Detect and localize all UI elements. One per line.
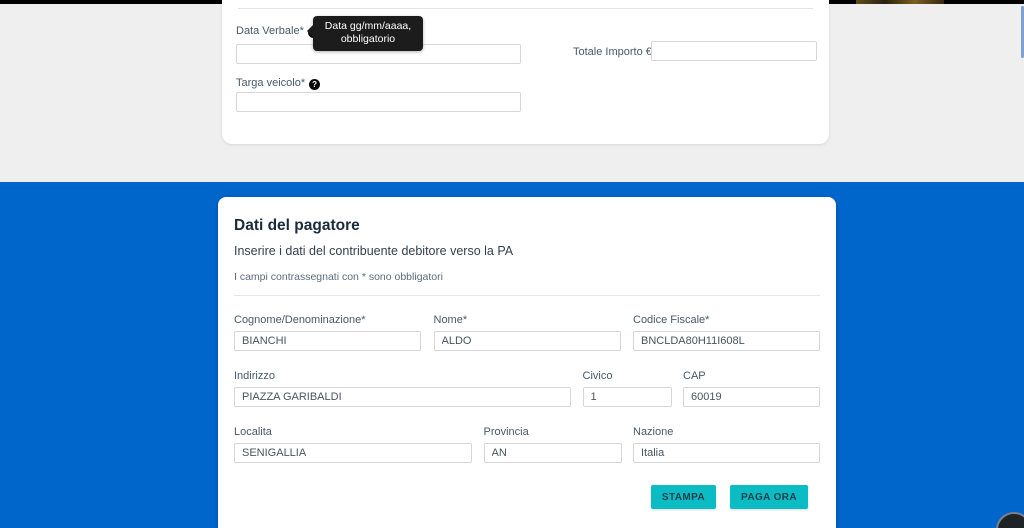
stampa-button[interactable]: STAMPA	[651, 485, 716, 509]
form-row-1: Cognome/Denominazione* Nome* Codice Fisc…	[234, 314, 820, 351]
localita-field: Localita	[234, 426, 472, 463]
totale-importo-label-text: Totale Importo €	[573, 46, 652, 58]
payer-card-title: Dati del pagatore	[234, 217, 360, 235]
nome-field: Nome*	[434, 314, 621, 351]
targa-veicolo-label-text: Targa veicolo*	[236, 77, 305, 89]
cognome-input[interactable]	[234, 331, 421, 351]
localita-label: Localita	[234, 426, 472, 439]
nazione-input[interactable]	[633, 443, 820, 463]
page: Data Verbale*? Data gg/mm/aaaa, obbligat…	[0, 0, 1024, 528]
tooltip-line1: Data gg/mm/aaaa,	[319, 20, 417, 33]
targa-veicolo-input[interactable]	[236, 92, 521, 112]
divider	[238, 8, 813, 9]
verbale-form-card: Data Verbale*? Data gg/mm/aaaa, obbligat…	[222, 0, 829, 144]
cap-input[interactable]	[683, 387, 820, 407]
indirizzo-label: Indirizzo	[234, 370, 571, 383]
nome-label: Nome*	[434, 314, 621, 327]
data-verbale-label-text: Data Verbale*	[236, 25, 304, 37]
payer-card-subtitle: Inserire i dati del contribuente debitor…	[234, 244, 513, 258]
provincia-label: Provincia	[484, 426, 622, 439]
nazione-label: Nazione	[633, 426, 820, 439]
form-row-2: Indirizzo Civico CAP	[234, 370, 820, 407]
civico-field: Civico	[583, 370, 672, 407]
localita-input[interactable]	[234, 443, 472, 463]
indirizzo-field: Indirizzo	[234, 370, 571, 407]
targa-veicolo-label: Targa veicolo*?	[236, 77, 320, 90]
nome-input[interactable]	[434, 331, 621, 351]
civico-label: Civico	[583, 370, 672, 383]
form-row-3: Localita Provincia Nazione	[234, 426, 820, 463]
cognome-label: Cognome/Denominazione*	[234, 314, 421, 327]
cap-label: CAP	[683, 370, 820, 383]
help-icon[interactable]: ?	[309, 79, 320, 90]
codice-fiscale-label: Codice Fiscale*	[633, 314, 820, 327]
required-fields-note: I campi contrassegnati con * sono obblig…	[234, 271, 443, 283]
codice-fiscale-input[interactable]	[633, 331, 820, 351]
indirizzo-input[interactable]	[234, 387, 571, 407]
button-row: STAMPA PAGA ORA	[651, 485, 808, 509]
tooltip-arrow	[307, 25, 313, 37]
nazione-field: Nazione	[633, 426, 820, 463]
divider	[234, 295, 820, 296]
codice-fiscale-field: Codice Fiscale*	[633, 314, 820, 351]
payer-data-card: Dati del pagatore Inserire i dati del co…	[218, 197, 836, 528]
top-bar-artifact	[856, 0, 944, 4]
provincia-field: Provincia	[484, 426, 622, 463]
tooltip-line2: obbligatorio	[319, 33, 417, 46]
totale-importo-input[interactable]	[651, 41, 817, 61]
provincia-input[interactable]	[484, 443, 622, 463]
cognome-field: Cognome/Denominazione*	[234, 314, 421, 351]
tooltip: Data gg/mm/aaaa, obbligatorio	[313, 16, 423, 51]
paga-ora-button[interactable]: PAGA ORA	[730, 485, 808, 509]
totale-importo-label: Totale Importo €	[573, 46, 652, 59]
cap-field: CAP	[683, 370, 820, 407]
civico-input[interactable]	[583, 387, 672, 407]
